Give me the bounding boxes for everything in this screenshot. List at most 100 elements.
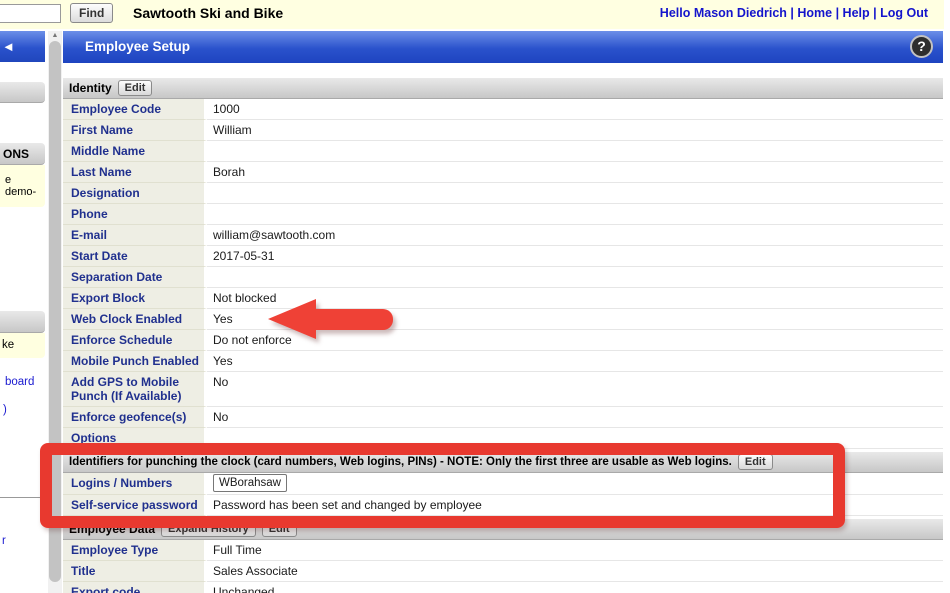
sidebar-section-header[interactable]: ONS (0, 143, 45, 165)
scroll-up-icon[interactable]: ▲ (48, 31, 62, 41)
row-value: No (207, 372, 943, 407)
home-link[interactable]: Home (797, 6, 832, 20)
find-input[interactable] (0, 4, 61, 23)
sidebar-item-link[interactable]: r (2, 535, 6, 547)
row-label: First Name (63, 120, 207, 141)
expand-history-button[interactable]: Expand History (161, 521, 256, 537)
top-links: Hello Mason Diedrich | Home | Help | Log… (660, 6, 928, 20)
identity-edit-button[interactable]: Edit (118, 80, 153, 96)
row-value (207, 204, 943, 225)
row-value: Password has been set and changed by emp… (207, 495, 943, 516)
row-label: Self-service password (63, 495, 207, 516)
row-value: Do not enforce (207, 330, 943, 351)
employee-data-table: Employee Type Full Time Title Sales Asso… (63, 540, 943, 593)
table-row: Enforce geofence(s) No (63, 407, 943, 428)
top-bar: Find Sawtooth Ski and Bike Hello Mason D… (0, 0, 944, 29)
row-label: Last Name (63, 162, 207, 183)
row-label: Designation (63, 183, 207, 204)
table-row: Employee Type Full Time (63, 540, 943, 561)
identifiers-title: Identifiers for punching the clock (card… (69, 456, 732, 468)
sidebar-demo-note: e demo- (0, 165, 45, 207)
find-button[interactable]: Find (70, 3, 113, 23)
row-label: Separation Date (63, 267, 207, 288)
row-label: Web Clock Enabled (63, 309, 207, 330)
row-label: Phone (63, 204, 207, 225)
table-row: E-mail william@sawtooth.com (63, 225, 943, 246)
table-row: Mobile Punch Enabled Yes (63, 351, 943, 372)
row-value: 1000 (207, 99, 943, 120)
sidebar-section-header[interactable] (0, 311, 45, 333)
page-title: Employee Setup (85, 39, 190, 54)
row-label: Export code (63, 582, 207, 593)
row-value: Yes (207, 309, 943, 330)
table-row: Enforce Schedule Do not enforce (63, 330, 943, 351)
table-row: Title Sales Associate (63, 561, 943, 582)
sidebar-item-dashboard[interactable]: board (5, 376, 34, 388)
row-label: Middle Name (63, 141, 207, 162)
row-value (207, 183, 943, 204)
help-link[interactable]: Help (843, 6, 870, 20)
row-label: Enforce geofence(s) (63, 407, 207, 428)
scrollbar-thumb[interactable] (49, 41, 61, 582)
row-value (207, 428, 943, 449)
row-value: William (207, 120, 943, 141)
table-row: Start Date 2017-05-31 (63, 246, 943, 267)
row-value: Sales Associate (207, 561, 943, 582)
sidebar-item-link[interactable]: ) (3, 404, 7, 416)
row-value (207, 141, 943, 162)
table-row: Export code Unchanged (63, 582, 943, 593)
separator: | (870, 6, 880, 20)
separator: | (787, 6, 797, 20)
vertical-scrollbar[interactable]: ▲ (48, 31, 62, 593)
table-row: Designation (63, 183, 943, 204)
table-row: First Name William (63, 120, 943, 141)
row-label: Options (63, 428, 207, 449)
sidebar-divider (0, 497, 45, 498)
row-value: Full Time (207, 540, 943, 561)
row-label: Start Date (63, 246, 207, 267)
collapse-sidebar-icon[interactable]: ◄ (2, 40, 15, 53)
employee-data-edit-button[interactable]: Edit (262, 521, 297, 537)
table-row: Employee Code 1000 (63, 99, 943, 120)
row-label: Title (63, 561, 207, 582)
row-label: Enforce Schedule (63, 330, 207, 351)
row-label: Employee Type (63, 540, 207, 561)
employee-data-title: Employee Data (69, 522, 155, 536)
table-row: Self-service password Password has been … (63, 495, 943, 516)
table-row: Add GPS to Mobile Punch (If Available) N… (63, 372, 943, 407)
row-value: Not blocked (207, 288, 943, 309)
identity-section-header: Identity Edit (63, 78, 943, 99)
table-row: Last Name Borah (63, 162, 943, 183)
row-label: Employee Code (63, 99, 207, 120)
row-value: Borah (207, 162, 943, 183)
identity-table: Employee Code 1000 First Name William Mi… (63, 99, 943, 449)
row-value: WBorahsaw (207, 473, 943, 495)
table-row: Separation Date (63, 267, 943, 288)
row-label: E-mail (63, 225, 207, 246)
table-row: Middle Name (63, 141, 943, 162)
table-row: Logins / Numbers WBorahsaw (63, 473, 943, 495)
identity-title: Identity (69, 81, 112, 95)
identifiers-edit-button[interactable]: Edit (738, 454, 773, 470)
greeting-link[interactable]: Hello Mason Diedrich (660, 6, 787, 20)
sidebar-section-header[interactable] (0, 82, 45, 103)
separator: | (832, 6, 842, 20)
row-value: Unchanged (207, 582, 943, 593)
row-value: 2017-05-31 (207, 246, 943, 267)
company-title: Sawtooth Ski and Bike (133, 5, 283, 21)
table-row: Phone (63, 204, 943, 225)
help-icon[interactable]: ? (910, 35, 933, 58)
table-row: Export Block Not blocked (63, 288, 943, 309)
row-value: Yes (207, 351, 943, 372)
main-content: Employee Setup ? Identity Edit Employee … (63, 31, 943, 593)
row-label: Export Block (63, 288, 207, 309)
page-header-bar: Employee Setup ? (63, 31, 943, 63)
login-chip: WBorahsaw (213, 474, 287, 492)
table-row: Options (63, 428, 943, 449)
row-label: Logins / Numbers (63, 473, 207, 495)
employee-data-section-header: Employee Data Expand History Edit (63, 519, 943, 540)
sidebar-active-item[interactable]: ke (0, 333, 45, 358)
row-label: Add GPS to Mobile Punch (If Available) (63, 372, 207, 407)
logout-link[interactable]: Log Out (880, 6, 928, 20)
identifiers-section-header: Identifiers for punching the clock (card… (63, 452, 943, 473)
